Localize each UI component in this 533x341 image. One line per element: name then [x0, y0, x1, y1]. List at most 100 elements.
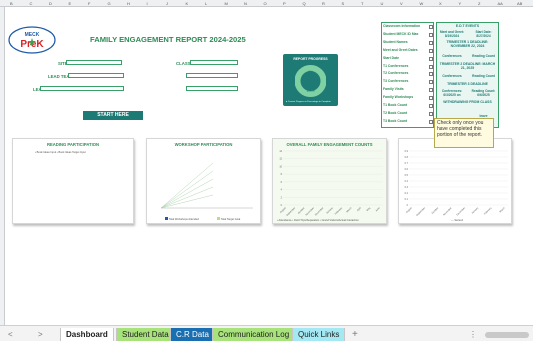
column-header-b[interactable]: B — [10, 0, 13, 7]
sheet-tab-dashboard[interactable]: Dashboard — [60, 328, 114, 341]
checklist-checkbox[interactable] — [429, 48, 433, 53]
t1-deadline: TRIMESTER 1 DEADLINE: NOVEMBER 22, 2024 — [446, 40, 489, 48]
workshop-participation-chart[interactable]: WORKSHOP PARTICIPATION Total Workshops A… — [146, 138, 261, 224]
column-header-k[interactable]: K — [186, 0, 189, 7]
x-tick-label: February — [334, 206, 343, 215]
column-header-e[interactable]: E — [69, 0, 72, 7]
column-header-i[interactable]: I — [147, 0, 148, 7]
ta-name-field[interactable] — [186, 73, 238, 78]
checklist-item: Meet and Greet Dates — [383, 48, 433, 53]
x-tick-label: December — [314, 206, 324, 216]
classroom-number-field[interactable] — [190, 60, 238, 65]
column-header-x[interactable]: X — [439, 0, 442, 7]
sheet-tab-communication-log[interactable]: Communication Log — [212, 328, 296, 341]
class-chart-plot: 0.9 0.8 0.7 0.6 0.5 0.4 0.3 0.2 0.1 0August Septem… — [405, 150, 508, 217]
reading-participation-chart[interactable]: READING PARTICIPATION ▪ Book Ideas Input… — [12, 138, 134, 224]
x-tick-label: February — [484, 206, 493, 215]
overall-chart-legend: ▪ Attendance ▪ Field Trips/Separation ▪ … — [277, 219, 359, 222]
checklist-item: T2 Conferences — [383, 71, 433, 77]
x-tick-label: May — [366, 206, 372, 212]
add-sheet-button[interactable]: + — [352, 328, 358, 341]
column-header-n[interactable]: N — [244, 0, 247, 7]
more-sheets-icon[interactable]: ⋮ — [469, 328, 477, 341]
y-tick-label: 0 — [407, 204, 409, 207]
column-header-t[interactable]: T — [361, 0, 363, 7]
reading-chart-title: READING PARTICIPATION — [46, 142, 100, 147]
lead-teacher-name-field[interactable] — [68, 73, 124, 78]
column-header-s[interactable]: S — [342, 0, 345, 7]
x-tick-label: October — [297, 206, 305, 214]
column-header-m[interactable]: M — [225, 0, 228, 7]
progress-donut: 0% 100% — [295, 65, 326, 97]
checklist-checkbox[interactable] — [429, 72, 433, 77]
checklist-checkbox[interactable] — [429, 88, 433, 93]
horizontal-scrollbar[interactable] — [485, 332, 529, 338]
checklist-checkbox[interactable] — [429, 96, 433, 101]
x-tick-label: November — [305, 206, 315, 216]
checklist-checkbox[interactable] — [429, 64, 433, 69]
workshop-legend-target: Total Target Goal — [217, 217, 240, 221]
checklist-checkbox[interactable] — [429, 111, 433, 116]
events-title: E.D.T EVENTS — [455, 24, 480, 28]
y-tick-label: 0.3 — [405, 186, 409, 189]
column-header-u[interactable]: U — [381, 0, 384, 7]
next-sheet-button[interactable]: > — [38, 328, 43, 341]
x-tick-label: November — [443, 206, 453, 216]
column-header-g[interactable]: G — [108, 0, 111, 7]
column-header-aa[interactable]: AA — [498, 0, 503, 7]
sheet-tab-quick-links[interactable]: Quick Links — [292, 328, 346, 341]
checklist-checkbox[interactable] — [429, 32, 433, 37]
meet-greet-date: 8/19/2024 — [444, 34, 460, 38]
report-progress-title: REPORT PROGRESS — [293, 57, 328, 61]
column-header-r[interactable]: R — [322, 0, 325, 7]
checklist-checkbox[interactable] — [429, 80, 433, 85]
column-header-d[interactable]: D — [49, 0, 52, 7]
y-tick-label: 0.2 — [405, 192, 409, 195]
overall-engagement-chart[interactable]: OVERALL FAMILY ENGAGEMENT COUNTS 14 12 10 8… — [272, 138, 387, 224]
column-header-v[interactable]: V — [400, 0, 403, 7]
x-tick-label: June — [375, 206, 381, 212]
checklist-checkbox[interactable] — [429, 104, 433, 108]
column-header-h[interactable]: H — [127, 0, 130, 7]
ta-email-field[interactable] — [186, 86, 238, 91]
checklist-checkbox[interactable] — [429, 119, 433, 124]
column-header-p[interactable]: P — [283, 0, 286, 7]
column-header-c[interactable]: C — [30, 0, 33, 7]
column-header-y[interactable]: Y — [459, 0, 462, 7]
t2-conferences-label: Conferences — [442, 74, 462, 78]
checklist-item: Family Visits — [383, 87, 433, 93]
sheet-tab-student-data[interactable]: Student Data — [116, 328, 175, 341]
workshop-legend-attended: Total Workshops Attended — [165, 217, 199, 221]
column-header-o[interactable]: O — [264, 0, 267, 7]
y-tick-label: 10 — [279, 165, 282, 168]
checklist-checkbox[interactable] — [429, 25, 433, 29]
x-tick-label: October — [431, 206, 439, 214]
y-tick-label: 0.6 — [405, 168, 409, 171]
start-here-button[interactable]: START HERE — [83, 111, 143, 120]
t1-conferences-label: Conferences — [442, 54, 462, 58]
checklist-tooltip: Check only once you have completed this … — [434, 118, 494, 148]
checklist-checkbox[interactable] — [429, 56, 433, 61]
workshop-chart-plot — [160, 162, 253, 209]
checklist-checkbox[interactable] — [429, 40, 433, 45]
checklist-item: T1 Conferences — [383, 64, 433, 69]
sheet-tab-c-r-data[interactable]: C.R Data — [170, 328, 215, 341]
t2-deadline: TRIMESTER 2 DEADLINE: MARCH 21, 2025 — [439, 62, 496, 70]
column-header-q[interactable]: Q — [303, 0, 306, 7]
column-header-f[interactable]: F — [88, 0, 90, 7]
row-header-bar — [0, 7, 5, 325]
site-name-field[interactable] — [66, 60, 122, 65]
workshop-chart-title: WORKSHOP PARTICIPATION — [174, 142, 233, 147]
lead-teacher-email-field[interactable] — [40, 86, 124, 91]
column-header-ab[interactable]: AB — [517, 0, 522, 7]
svg-text:MECK: MECK — [25, 32, 40, 38]
column-header-z[interactable]: Z — [478, 0, 480, 7]
y-tick-label: 12 — [279, 158, 282, 161]
column-header-l[interactable]: L — [205, 0, 207, 7]
column-header-j[interactable]: J — [166, 0, 168, 7]
column-header-w[interactable]: W — [420, 0, 424, 7]
start-date-value: 8/27/2024 — [476, 34, 491, 38]
prev-sheet-button[interactable]: < — [8, 328, 13, 341]
y-tick-label: 8 — [281, 173, 283, 176]
class-chart[interactable]: CLASS 0.90.80.70.60.50.40.30.20.10August… — [398, 138, 512, 224]
